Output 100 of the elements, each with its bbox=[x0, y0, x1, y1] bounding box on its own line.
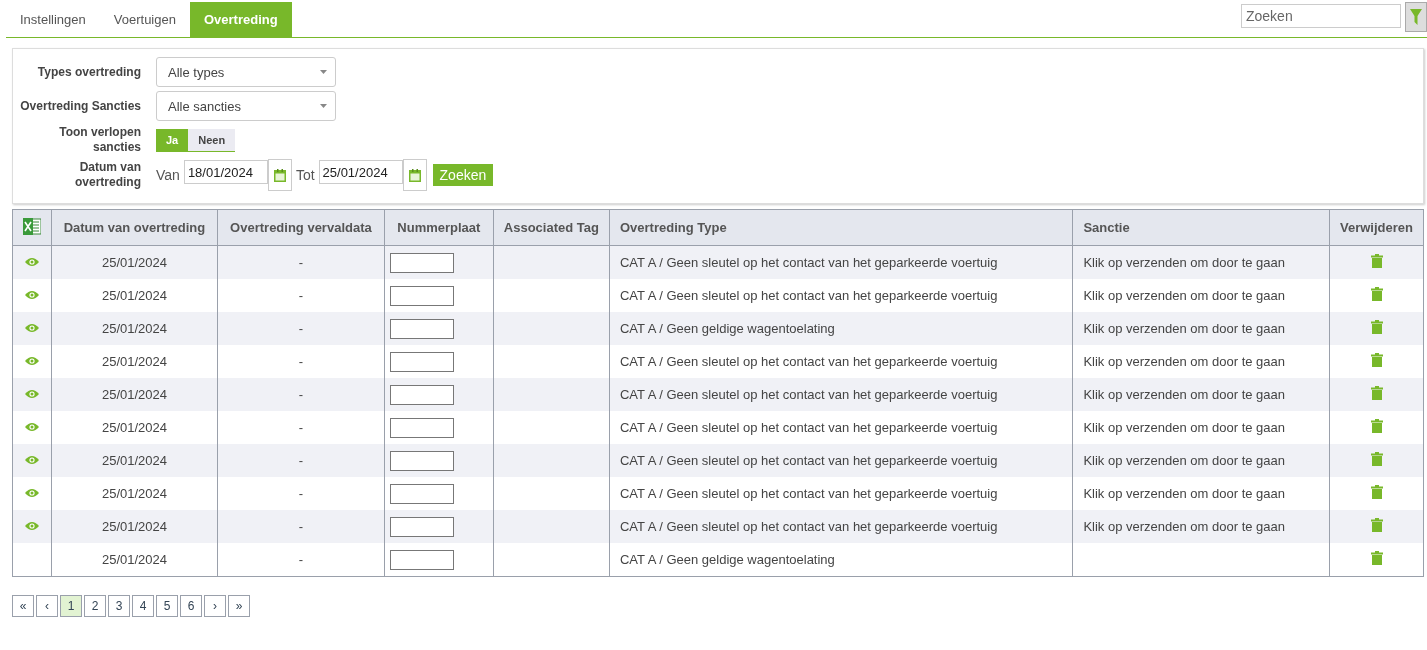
expiry-cell: - bbox=[298, 321, 304, 336]
trash-icon[interactable] bbox=[1370, 353, 1383, 367]
trash-icon[interactable] bbox=[1370, 485, 1383, 499]
date-field[interactable]: 25/01/2024 bbox=[318, 160, 403, 184]
plate-field[interactable] bbox=[389, 516, 454, 537]
column-header: Nummerplaat bbox=[384, 209, 494, 246]
expiry-cell: - bbox=[298, 486, 304, 501]
eye-icon[interactable] bbox=[25, 257, 39, 267]
filter-button[interactable] bbox=[1405, 2, 1427, 32]
type-cell: CAT A / Geen sleutel op het contact van het geparkeerde voertuig bbox=[619, 519, 998, 534]
plate-field[interactable] bbox=[389, 318, 454, 339]
page-button[interactable]: 1 bbox=[60, 595, 82, 617]
column-header: Datum van overtreding bbox=[51, 209, 218, 246]
plate-field[interactable] bbox=[389, 384, 454, 405]
toggle-option[interactable]: Neen bbox=[188, 128, 236, 152]
page-button[interactable]: 3 bbox=[108, 595, 130, 617]
expiry-cell: - bbox=[298, 255, 304, 270]
expiry-cell: - bbox=[298, 453, 304, 468]
plate-field[interactable] bbox=[389, 483, 454, 504]
column-header: Verwijderen bbox=[1329, 209, 1424, 246]
calendar-icon bbox=[408, 168, 421, 182]
spreadsheet-icon[interactable] bbox=[23, 217, 41, 235]
date-cell: 25/01/2024 bbox=[101, 486, 167, 501]
page-button[interactable]: 2 bbox=[84, 595, 106, 617]
plate-field[interactable] bbox=[389, 549, 454, 570]
page-button[interactable]: 6 bbox=[180, 595, 202, 617]
plate-field[interactable] bbox=[389, 417, 454, 438]
calendar-button[interactable] bbox=[402, 159, 427, 191]
trash-icon[interactable] bbox=[1370, 518, 1383, 532]
filter-icon bbox=[1410, 9, 1422, 25]
field-label: Toon verlopen sancties bbox=[58, 125, 141, 155]
type-cell: CAT A / Geen sleutel op het contact van het geparkeerde voertuig bbox=[619, 486, 998, 501]
plate-field[interactable] bbox=[389, 252, 454, 273]
type-cell: CAT A / Geen sleutel op het contact van het geparkeerde voertuig bbox=[619, 354, 998, 369]
date-field[interactable]: 18/01/2024 bbox=[183, 160, 268, 184]
date-cell: 25/01/2024 bbox=[101, 387, 167, 402]
expiry-cell: - bbox=[298, 288, 304, 303]
trash-icon[interactable] bbox=[1370, 287, 1383, 301]
field-label: Datum van overtreding bbox=[74, 160, 141, 190]
trash-icon[interactable] bbox=[1370, 254, 1383, 268]
sanction-cell: Klik op verzenden om door te gaan bbox=[1083, 255, 1285, 270]
date-cell: 25/01/2024 bbox=[101, 420, 167, 435]
tab[interactable]: Voertuigen bbox=[99, 2, 190, 37]
eye-icon[interactable] bbox=[25, 521, 39, 531]
trash-icon[interactable] bbox=[1370, 320, 1383, 334]
expiry-cell: - bbox=[298, 519, 304, 534]
eye-icon[interactable] bbox=[25, 290, 39, 300]
type-cell: CAT A / Geen sleutel op het contact van het geparkeerde voertuig bbox=[619, 288, 998, 303]
types-dropdown[interactable]: Alle types bbox=[156, 57, 336, 87]
to-label: Tot bbox=[295, 167, 315, 183]
sancties-dropdown[interactable]: Alle sancties bbox=[156, 91, 336, 121]
sanction-cell: Klik op verzenden om door te gaan bbox=[1083, 420, 1285, 435]
date-cell: 25/01/2024 bbox=[101, 519, 167, 534]
page-button[interactable]: ‹ bbox=[36, 595, 58, 617]
type-cell: CAT A / Geen sleutel op het contact van het geparkeerde voertuig bbox=[619, 420, 998, 435]
column-header: Overtreding vervaldata bbox=[217, 209, 385, 246]
trash-icon[interactable] bbox=[1370, 452, 1383, 466]
tab[interactable]: Instellingen bbox=[6, 2, 100, 37]
calendar-icon bbox=[273, 168, 286, 182]
date-cell: 25/01/2024 bbox=[101, 321, 167, 336]
caret-icon bbox=[320, 104, 327, 108]
type-cell: CAT A / Geen sleutel op het contact van het geparkeerde voertuig bbox=[619, 453, 998, 468]
page-button[interactable]: 5 bbox=[156, 595, 178, 617]
date-cell: 25/01/2024 bbox=[101, 255, 167, 270]
sanction-cell: Klik op verzenden om door te gaan bbox=[1083, 453, 1285, 468]
caret-icon bbox=[320, 70, 327, 74]
page-button[interactable]: 4 bbox=[132, 595, 154, 617]
plate-field[interactable] bbox=[389, 351, 454, 372]
expiry-cell: - bbox=[298, 552, 304, 567]
sanction-cell: Klik op verzenden om door te gaan bbox=[1083, 387, 1285, 402]
sanction-cell: Klik op verzenden om door te gaan bbox=[1083, 486, 1285, 501]
trash-icon[interactable] bbox=[1370, 419, 1383, 433]
type-cell: CAT A / Geen geldige wagentoelating bbox=[619, 552, 835, 567]
sanction-cell: Klik op verzenden om door te gaan bbox=[1083, 519, 1285, 534]
expiry-cell: - bbox=[298, 387, 304, 402]
column-header: Associated Tag bbox=[493, 209, 610, 246]
plate-field[interactable] bbox=[389, 450, 454, 471]
page-button[interactable]: « bbox=[12, 595, 34, 617]
plate-field[interactable] bbox=[389, 285, 454, 306]
eye-icon[interactable] bbox=[25, 422, 39, 432]
eye-icon[interactable] bbox=[25, 455, 39, 465]
expiry-cell: - bbox=[298, 420, 304, 435]
eye-icon[interactable] bbox=[25, 356, 39, 366]
calendar-button[interactable] bbox=[267, 159, 292, 191]
expiry-cell: - bbox=[298, 354, 304, 369]
eye-icon[interactable] bbox=[25, 323, 39, 333]
trash-icon[interactable] bbox=[1370, 386, 1383, 400]
sanction-cell: Klik op verzenden om door te gaan bbox=[1083, 288, 1285, 303]
eye-icon[interactable] bbox=[25, 389, 39, 399]
trash-icon[interactable] bbox=[1370, 551, 1383, 565]
column-header: Sanctie bbox=[1072, 209, 1330, 246]
date-cell: 25/01/2024 bbox=[101, 552, 167, 567]
sanction-cell: Klik op verzenden om door te gaan bbox=[1083, 321, 1285, 336]
page-button[interactable]: › bbox=[204, 595, 226, 617]
sanction-cell: Klik op verzenden om door te gaan bbox=[1083, 354, 1285, 369]
eye-icon[interactable] bbox=[25, 488, 39, 498]
search-field[interactable]: Zoeken bbox=[1241, 4, 1401, 28]
type-cell: CAT A / Geen geldige wagentoelating bbox=[619, 321, 835, 336]
column-header: Overtreding Type bbox=[609, 209, 1073, 246]
page-button[interactable]: » bbox=[228, 595, 250, 617]
